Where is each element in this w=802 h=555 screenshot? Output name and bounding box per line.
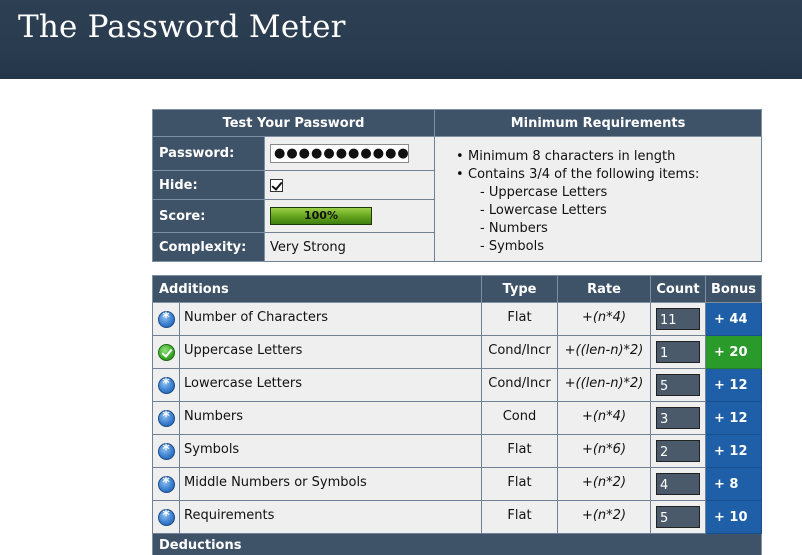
hide-label: Hide: xyxy=(152,170,265,200)
row-name: Requirements xyxy=(179,500,482,534)
row-rate: +(n*6) xyxy=(557,434,651,468)
row-bonus: + 20 xyxy=(705,335,762,369)
row-name: Number of Characters xyxy=(179,302,482,336)
row-bonus: + 44 xyxy=(705,302,762,336)
bonus-heading: Bonus xyxy=(705,275,762,303)
row-count-cell: 4 xyxy=(650,467,706,501)
row-count-cell: 11 xyxy=(650,302,706,336)
info-icon xyxy=(157,310,175,328)
info-icon xyxy=(157,409,175,427)
requirement-subitem: - Symbols xyxy=(480,239,545,254)
row-icon-cell xyxy=(152,434,180,468)
row-count-cell: 5 xyxy=(650,500,706,534)
info-icon xyxy=(157,475,175,493)
table-row: SymbolsFlat+(n*6)2+ 12 xyxy=(152,434,762,468)
table-row: NumbersCond+(n*4)3+ 12 xyxy=(152,401,762,435)
password-test-table: Test Your Password Minimum Requirements … xyxy=(152,109,762,262)
row-bonus: + 12 xyxy=(705,368,762,402)
row-icon-cell xyxy=(152,302,180,336)
row-icon-cell xyxy=(152,335,180,369)
row-type: Flat xyxy=(481,434,558,468)
row-count: 5 xyxy=(656,374,700,396)
row-count: 3 xyxy=(656,407,700,429)
score-cell: 100% xyxy=(264,199,435,233)
site-header: The Password Meter xyxy=(0,0,802,79)
hide-checkbox[interactable] xyxy=(270,178,283,192)
rate-heading: Rate xyxy=(557,275,651,303)
row-type: Cond xyxy=(481,401,558,435)
requirement-item: Contains 3/4 of the following items: xyxy=(456,166,761,184)
row-rate: +(n*2) xyxy=(557,500,651,534)
info-icon xyxy=(157,508,175,526)
site-title: The Password Meter xyxy=(18,9,346,45)
table-row: Number of CharactersFlat+(n*4)11+ 44 xyxy=(152,302,762,336)
table-row: Lowercase LettersCond/Incr+((len-n)*2)5+… xyxy=(152,368,762,402)
row-icon-cell xyxy=(152,500,180,534)
row-count-cell: 3 xyxy=(650,401,706,435)
row-count-cell: 1 xyxy=(650,335,706,369)
row-rate: +(n*2) xyxy=(557,467,651,501)
row-icon-cell xyxy=(152,368,180,402)
score-text: 100% xyxy=(304,209,338,222)
test-heading: Test Your Password xyxy=(152,109,435,137)
additions-table: Additions Type Rate Count Bonus Number o… xyxy=(152,275,762,555)
requirement-item: Minimum 8 characters in length xyxy=(456,148,761,166)
row-name: Symbols xyxy=(179,434,482,468)
deductions-header-row: Deductions xyxy=(152,533,762,555)
row-name: Middle Numbers or Symbols xyxy=(179,467,482,501)
additions-heading: Additions xyxy=(152,275,482,303)
row-count: 1 xyxy=(656,341,700,363)
row-name: Numbers xyxy=(179,401,482,435)
row-name: Uppercase Letters xyxy=(179,335,482,369)
row-type: Flat xyxy=(481,500,558,534)
row-rate: +(n*4) xyxy=(557,302,651,336)
table-row: Middle Numbers or SymbolsFlat+(n*2)4+ 8 xyxy=(152,467,762,501)
row-count-cell: 5 xyxy=(650,368,706,402)
row-bonus: + 12 xyxy=(705,434,762,468)
requirements-heading: Minimum Requirements xyxy=(434,109,762,137)
type-heading: Type xyxy=(481,275,558,303)
row-rate: +(n*4) xyxy=(557,401,651,435)
row-bonus: + 8 xyxy=(705,467,762,501)
row-rate: +((len-n)*2) xyxy=(557,335,651,369)
requirements-list: Minimum 8 characters in length Contains … xyxy=(434,136,762,262)
complexity-value: Very Strong xyxy=(264,232,435,262)
table-row: Uppercase Letters Cond/Incr +((len-n)*2) 1 +… xyxy=(152,335,762,369)
deductions-heading: Deductions xyxy=(152,533,762,555)
requirement-subitem: - Uppercase Letters xyxy=(480,185,608,200)
additions-header-row: Additions Type Rate Count Bonus xyxy=(152,275,762,303)
row-bonus: + 10 xyxy=(705,500,762,534)
row-count: 4 xyxy=(656,473,700,495)
row-icon-cell xyxy=(152,467,180,501)
requirement-subitem: - Lowercase Letters xyxy=(480,203,607,218)
row-type: Cond/Incr xyxy=(481,335,558,369)
row-count-cell: 2 xyxy=(650,434,706,468)
row-type: Flat xyxy=(481,467,558,501)
complexity-label: Complexity: xyxy=(152,232,265,262)
row-type: Cond/Incr xyxy=(481,368,558,402)
requirement-subitem: - Numbers xyxy=(480,221,548,236)
info-icon xyxy=(157,376,175,394)
row-name: Lowercase Letters xyxy=(179,368,482,402)
table-row: RequirementsFlat+(n*2)5+ 10 xyxy=(152,500,762,534)
password-label: Password: xyxy=(152,136,265,171)
count-heading: Count xyxy=(650,275,706,303)
row-rate: +((len-n)*2) xyxy=(557,368,651,402)
score-bar: 100% xyxy=(270,207,372,225)
password-input[interactable]: ●●●●●●●●●●● xyxy=(270,144,409,163)
score-label: Score: xyxy=(152,199,265,233)
hide-cell xyxy=(264,170,435,200)
row-count: 2 xyxy=(656,440,700,462)
row-type: Flat xyxy=(481,302,558,336)
row-icon-cell xyxy=(152,401,180,435)
row-count: 5 xyxy=(656,506,700,528)
row-bonus: + 12 xyxy=(705,401,762,435)
password-cell: ●●●●●●●●●●● xyxy=(264,136,435,171)
info-icon xyxy=(157,442,175,460)
check-icon xyxy=(157,343,175,361)
test-header-row: Test Your Password Minimum Requirements xyxy=(152,109,762,137)
row-count: 11 xyxy=(656,308,700,330)
